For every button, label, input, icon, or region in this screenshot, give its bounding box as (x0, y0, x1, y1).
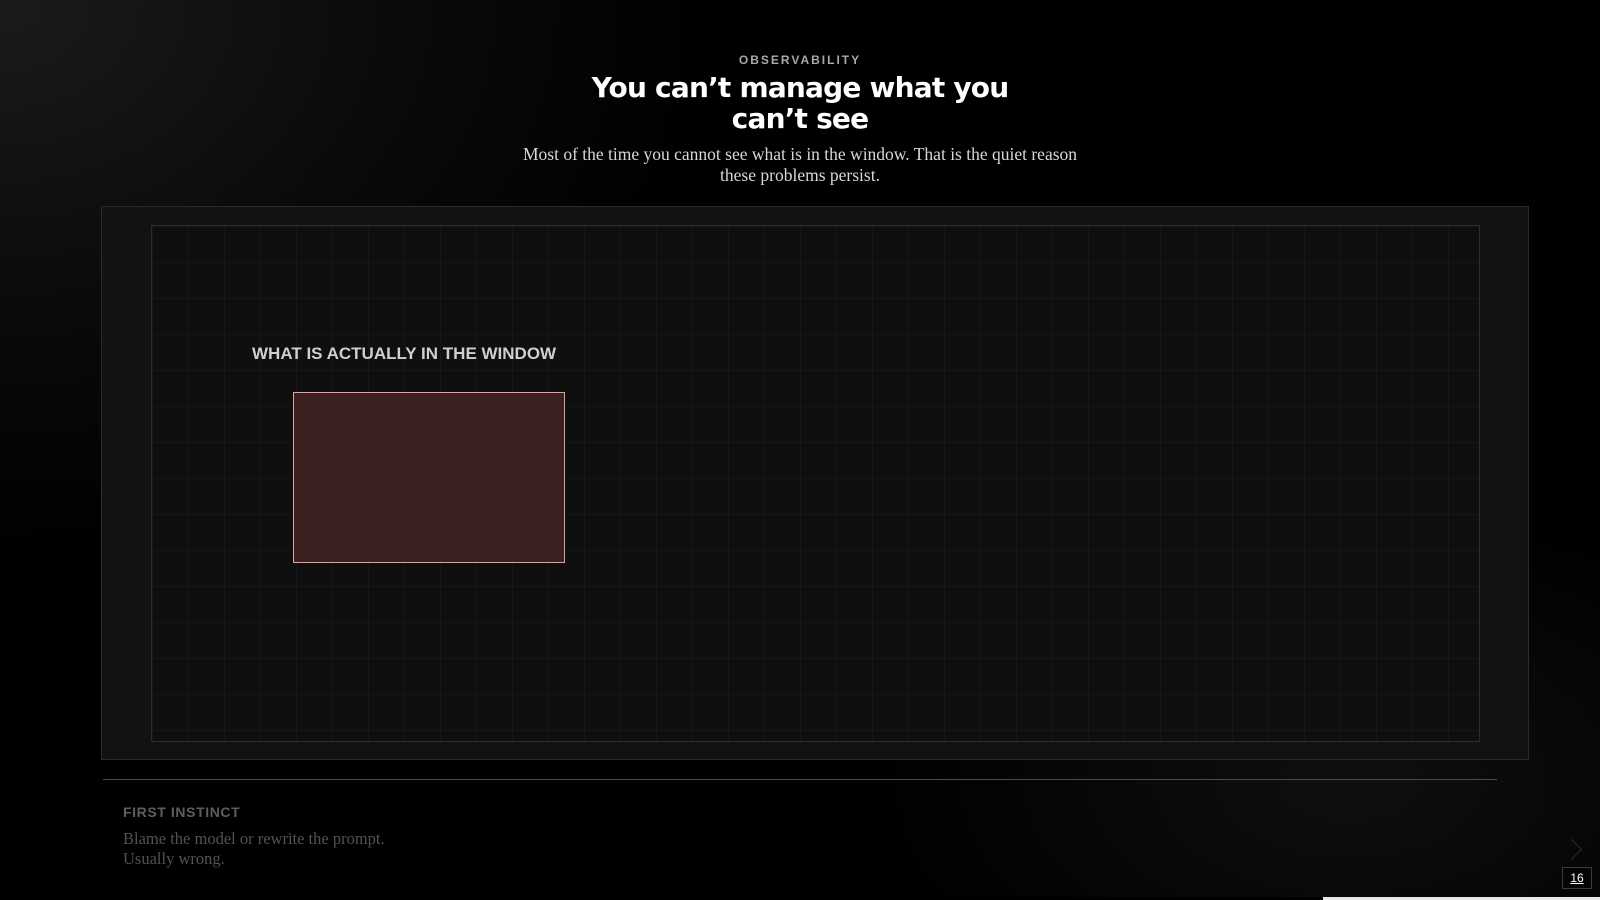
slide-title: You can’t manage what you can’t see (591, 71, 1010, 135)
eyebrow-label: OBSERVABILITY (738, 53, 862, 67)
slide-subtitle: Most of the time you cannot see what is … (522, 144, 1078, 185)
first-instinct-line-2: Usually wrong. (123, 849, 225, 868)
canvas-label: WHAT IS ACTUALLY IN THE WINDOW (252, 344, 557, 363)
page-number-badge[interactable]: 16 (1562, 867, 1592, 889)
section-divider (103, 779, 1497, 780)
context-window-box (293, 392, 565, 563)
first-instinct-line-1: Blame the model or rewrite the prompt. (123, 829, 385, 848)
first-instinct-label: FIRST INSTINCT (123, 804, 241, 820)
